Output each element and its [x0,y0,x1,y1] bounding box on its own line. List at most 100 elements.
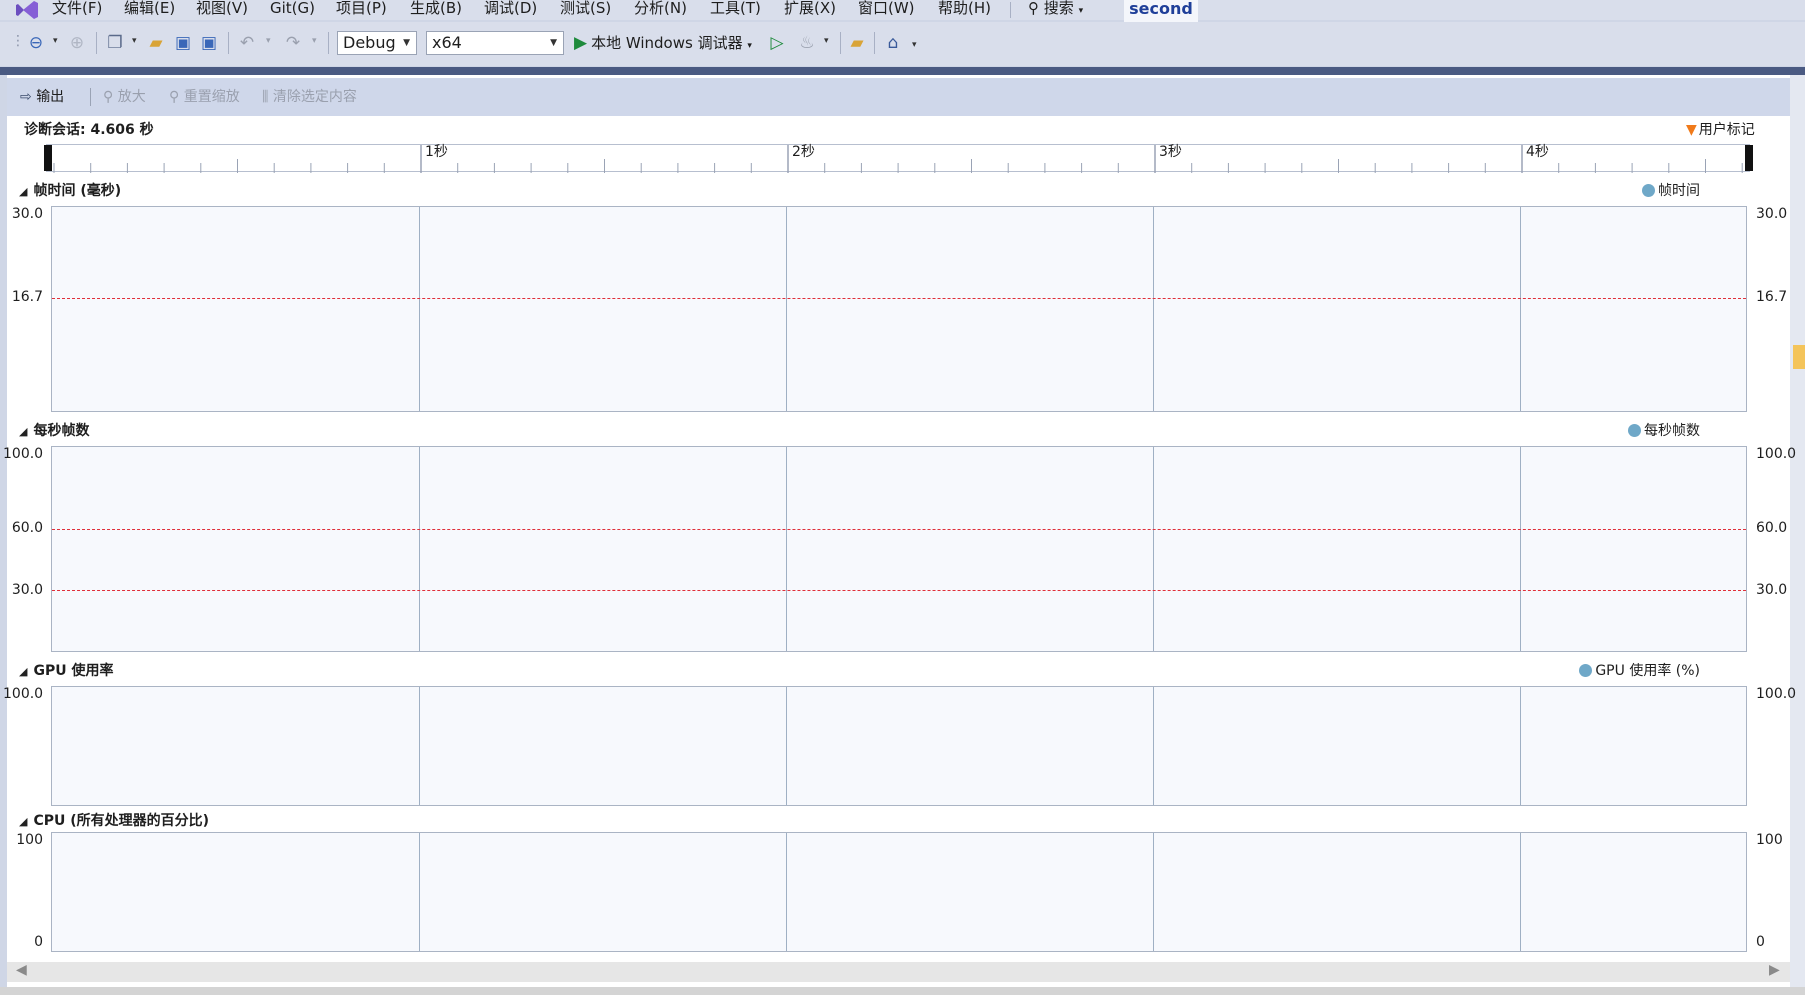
new-project-dropdown-icon[interactable]: ▾ [132,36,137,46]
search-box[interactable]: ⚲ 搜索 ▾ [1028,0,1083,20]
legend-dot-icon [1628,424,1641,437]
horizontal-scrollbar[interactable] [7,962,1790,982]
hot-reload-dropdown-icon[interactable]: ▾ [824,36,829,46]
frame-time-title: 帧时间 (毫秒) [33,183,122,199]
start-without-debugging-icon[interactable]: ▷ [766,32,788,54]
fps-axis-label: 30.0 [11,582,43,598]
scroll-left-icon[interactable]: ◀ [16,962,27,978]
menu-test[interactable]: 测试(S) [560,0,611,20]
redo-dropdown-icon[interactable]: ▾ [312,36,317,46]
reset-zoom-button[interactable]: ⚲ 重置缩放 [169,86,240,108]
timeline-start-handle[interactable] [44,145,52,171]
cpu-axis-label-right: 0 [1756,934,1765,950]
menu-git[interactable]: Git(G) [270,0,315,20]
toolbar-separator [228,32,229,54]
solution-platform-select[interactable]: x64 ▼ [426,31,564,55]
navigate-back-dropdown-icon[interactable]: ▾ [53,36,58,46]
solution-name-badge[interactable]: second [1124,0,1198,22]
navigate-forward-icon[interactable]: ⊕ [66,32,88,54]
menu-extensions[interactable]: 扩展(X) [784,0,836,20]
collapse-triangle-icon: ◢ [19,665,28,678]
toolbar-separator [96,32,97,54]
browse-folder-icon[interactable]: ▰ [846,32,868,54]
plot-gridline [1520,447,1521,651]
redo-icon[interactable]: ↷ [282,32,304,54]
output-icon: ⇨ [20,89,32,105]
threshold-line [52,589,1746,591]
menu-analyze[interactable]: 分析(N) [634,0,687,20]
window-divider [0,67,1805,75]
frame-time-legend[interactable]: 帧时间 [1620,180,1700,200]
hot-reload-icon[interactable]: ♨ [796,32,818,54]
clear-selection-button[interactable]: ⫼ 清除选定内容 [262,86,357,108]
start-debugging-dropdown-icon[interactable]: ▾ [747,41,752,51]
fps-title: 每秒帧数 [33,423,90,439]
gpu-section-header[interactable]: ◢ GPU 使用率 [19,660,113,680]
right-panel-highlight [1793,345,1805,369]
menu-build[interactable]: 生成(B) [410,0,462,20]
user-mark-icon: ▼ [1686,122,1697,138]
session-duration-label: 诊断会话: 4.606 秒 [24,122,154,138]
toolbar-grip-icon: ⋮ [11,33,25,49]
fps-plot[interactable] [51,446,1747,652]
output-button[interactable]: ⇨ 输出 [20,86,64,108]
gpu-axis-label: 100.0 [3,686,44,702]
fps-axis-label-right: 60.0 [1756,520,1788,536]
timeline-end-handle[interactable] [1745,145,1753,171]
gpu-plot[interactable] [51,686,1747,806]
plot-gridline [1153,833,1154,951]
plot-gridline [1153,447,1154,651]
plot-gridline [1520,207,1521,411]
plot-gridline [419,833,420,951]
solution-platform-value: x64 [432,33,462,52]
timeline-tick-label: 3秒 [1159,144,1182,160]
open-folder-icon[interactable]: ▰ [145,32,167,54]
frame-time-section-header[interactable]: ◢ 帧时间 (毫秒) [19,180,121,200]
zoom-in-icon: ⚲ [103,89,114,105]
menu-view[interactable]: 视图(V) [196,0,248,20]
frame-time-axis-label-right: 16.7 [1756,289,1788,305]
frame-time-plot[interactable] [51,206,1747,412]
cpu-plot[interactable] [51,832,1747,952]
menu-tools[interactable]: 工具(T) [710,0,761,20]
timeline-tick-label: 1秒 [425,144,448,160]
scroll-right-icon[interactable]: ▶ [1769,962,1780,978]
output-label: 输出 [36,89,65,105]
zoom-in-button[interactable]: ⚲ 放大 [103,86,146,108]
gpu-legend[interactable]: GPU 使用率 (%) [1540,660,1700,680]
play-icon: ▶ [574,33,588,53]
user-marks-legend[interactable]: ▼ 用户标记 [1686,119,1755,139]
user-marks-label: 用户标记 [1698,122,1755,138]
fps-legend[interactable]: 每秒帧数 [1600,420,1700,440]
visual-studio-logo-icon[interactable] [14,0,40,20]
menu-edit[interactable]: 编辑(E) [124,0,175,20]
legend-dot-icon [1579,664,1593,677]
menu-project[interactable]: 项目(P) [336,0,387,20]
menu-window[interactable]: 窗口(W) [858,0,915,20]
menu-separator [1010,2,1011,18]
toolbar-separator [328,32,329,54]
gpu-axis-label-right: 100.0 [1756,686,1797,702]
start-debugging-button[interactable]: ▶ 本地 Windows 调试器 ▾ [574,31,752,55]
gpu-legend-label: GPU 使用率 (%) [1595,663,1700,679]
cpu-section-header[interactable]: ◢ CPU (所有处理器的百分比) [19,810,209,830]
plot-gridline [786,207,787,411]
timeline-ruler[interactable] [46,144,1750,173]
menu-help[interactable]: 帮助(H) [938,0,991,20]
solution-configuration-select[interactable]: Debug ▼ [337,31,417,55]
navigate-back-icon[interactable]: ⊖ [25,32,47,54]
threshold-line [52,528,1746,530]
search-icon: ⚲ [1028,0,1039,17]
collapse-triangle-icon: ◢ [19,815,28,828]
save-all-icon[interactable]: ▣ [198,32,220,54]
window-layout-icon[interactable]: ⌂ [882,32,904,54]
new-project-icon[interactable]: ❐ [104,32,126,54]
menu-debug[interactable]: 调试(D) [484,0,537,20]
undo-dropdown-icon[interactable]: ▾ [266,36,271,46]
undo-icon[interactable]: ↶ [236,32,258,54]
fps-section-header[interactable]: ◢ 每秒帧数 [19,420,89,440]
save-icon[interactable]: ▣ [172,32,194,54]
toolbar-overflow-icon[interactable]: ▾ [912,40,917,50]
menu-file[interactable]: 文件(F) [52,0,102,20]
clear-selection-icon: ⫼ [262,89,269,105]
